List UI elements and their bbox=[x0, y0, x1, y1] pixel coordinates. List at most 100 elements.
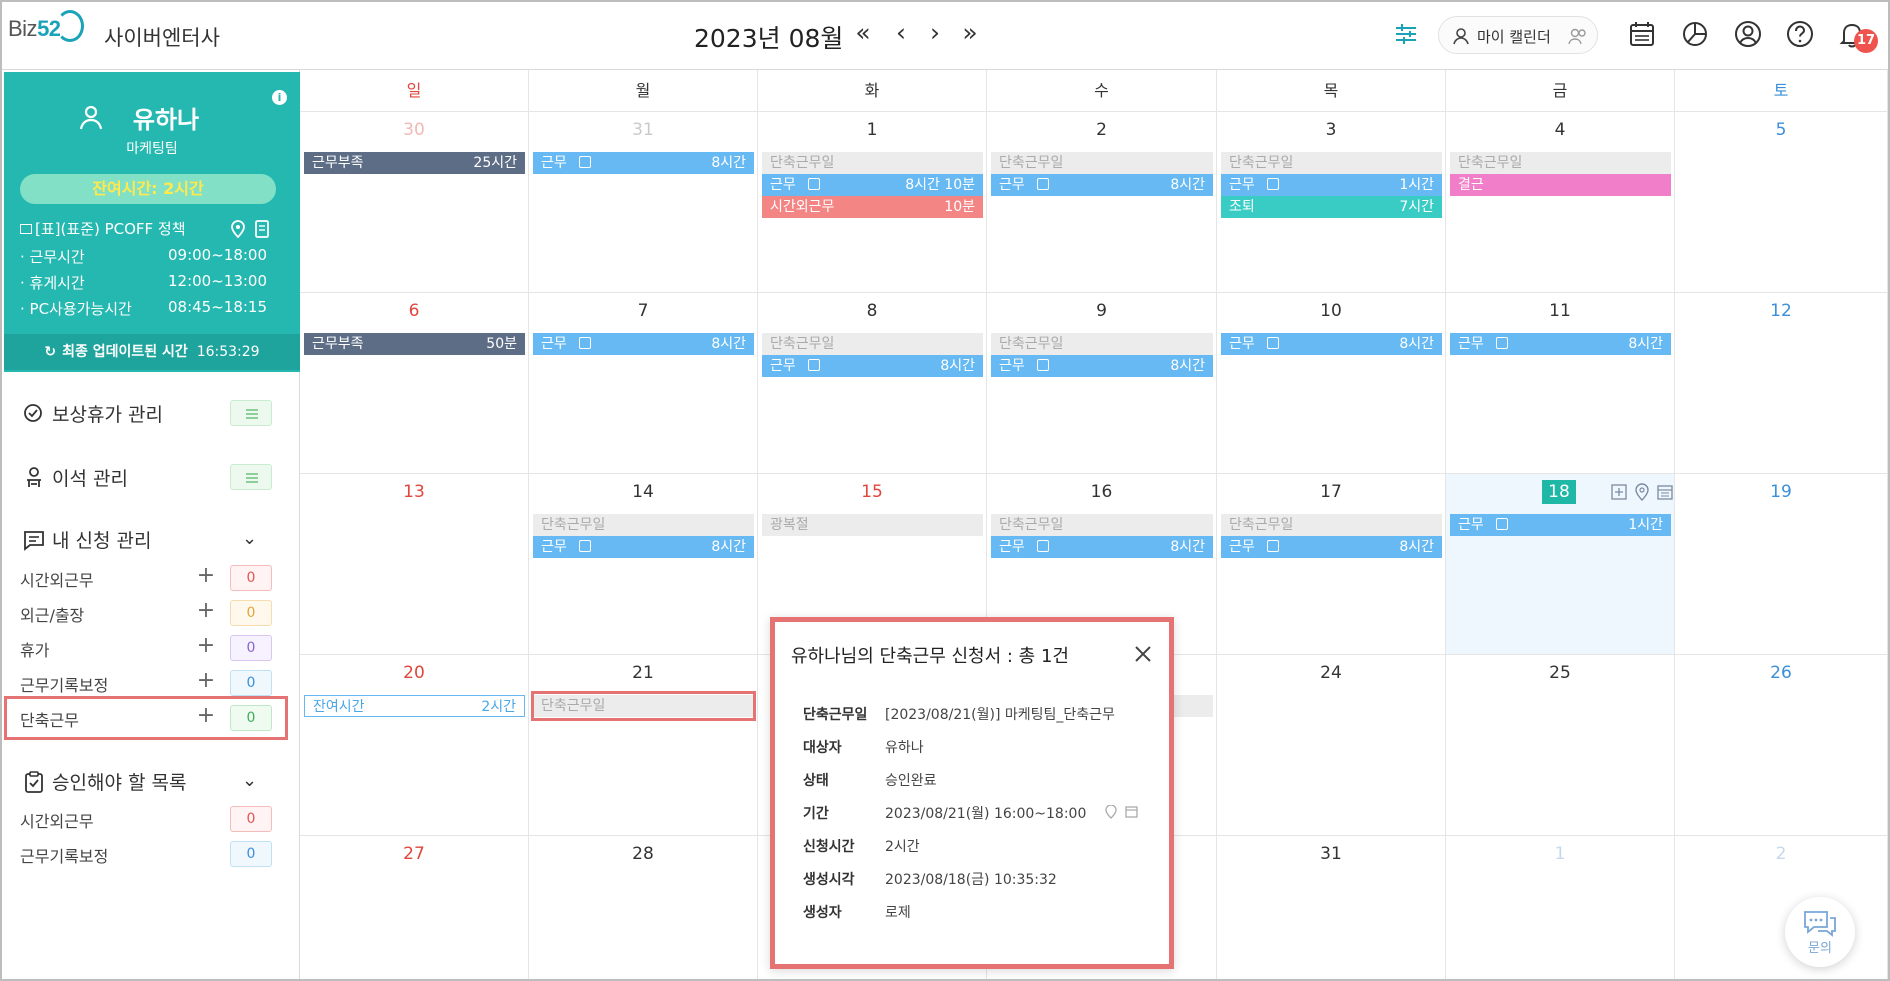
day-type-tag[interactable]: 단축근무일 bbox=[1221, 152, 1442, 174]
add-schedule-icon[interactable] bbox=[1610, 483, 1628, 501]
calendar-event[interactable]: 근무 8시간 bbox=[991, 355, 1213, 377]
calendar-day-cell[interactable]: 17 단축근무일 근무 8시간 bbox=[1217, 474, 1446, 655]
calendar-day-cell[interactable]: 12 bbox=[1675, 293, 1888, 474]
filter-sliders-icon[interactable] bbox=[1388, 16, 1424, 52]
weekday-header: 금 bbox=[1446, 70, 1675, 112]
approval-overtime-count[interactable]: 0 bbox=[230, 806, 272, 832]
calendar-day-cell[interactable]: 8 단축근무일 근무 8시간 bbox=[758, 293, 987, 474]
day-type-tag[interactable]: 단축근무일 bbox=[991, 152, 1213, 174]
calendar-day-cell[interactable]: 2 단축근무일 근무 8시간 bbox=[987, 112, 1217, 293]
event-label: 광복절 bbox=[770, 517, 809, 533]
calendar-day-cell[interactable]: 26 bbox=[1675, 655, 1888, 836]
day-number: 31 bbox=[632, 120, 654, 140]
calendar-day-cell[interactable]: 28 bbox=[529, 836, 758, 979]
calendar-day-cell[interactable]: 1 단축근무일 근무 8시간 10분 시간외근무 10분 bbox=[758, 112, 987, 293]
calendar-day-cell[interactable]: 7 근무 8시간 bbox=[529, 293, 758, 474]
day-type-tag[interactable]: 단축근무일 bbox=[991, 333, 1213, 355]
calendar-day-cell[interactable]: 6 근무부족 50분 bbox=[300, 293, 529, 474]
calendar-day-cell[interactable]: 14 단축근무일 근무 8시간 bbox=[529, 474, 758, 655]
chevron-down-icon[interactable]: ⌄ bbox=[242, 770, 257, 791]
my-calendar-toggle[interactable]: 마이 캘린더 bbox=[1438, 16, 1598, 54]
day-number: 4 bbox=[1554, 120, 1566, 140]
event-duration: 8시간 bbox=[711, 539, 746, 555]
refresh-icon[interactable]: ↻ bbox=[44, 344, 56, 360]
calendar-day-cell[interactable]: 30 근무부족 25시간 bbox=[300, 112, 529, 293]
calendar-event[interactable]: 근무 8시간 bbox=[533, 152, 754, 174]
pie-chart-icon[interactable] bbox=[1677, 16, 1713, 52]
calendar-event[interactable]: 근무 8시간 bbox=[1450, 333, 1671, 355]
document-icon[interactable] bbox=[254, 220, 270, 238]
record-fix-count[interactable]: 0 bbox=[230, 670, 272, 696]
calendar-day-cell[interactable]: 13 bbox=[300, 474, 529, 655]
next-year-button[interactable]: » bbox=[955, 17, 985, 49]
calendar-day-cell[interactable]: 27 bbox=[300, 836, 529, 979]
leave-count[interactable]: 0 bbox=[230, 635, 272, 661]
help-icon[interactable] bbox=[1782, 16, 1818, 52]
add-outside-work-button[interactable]: + bbox=[194, 600, 218, 624]
day-type-tag[interactable]: 단축근무일 bbox=[991, 514, 1213, 536]
approval-record-fix-count[interactable]: 0 bbox=[230, 841, 272, 867]
chevron-down-icon[interactable]: ⌄ bbox=[242, 528, 257, 549]
calendar-day-cell[interactable]: 3 단축근무일 근무 1시간 조퇴 7시간 bbox=[1217, 112, 1446, 293]
seat-list-button[interactable] bbox=[230, 464, 272, 490]
calendar-event[interactable]: 근무 8시간 bbox=[533, 536, 754, 558]
outside-work-count[interactable]: 0 bbox=[230, 600, 272, 626]
calendar-day-cell[interactable]: 19 bbox=[1675, 474, 1888, 655]
calendar-day-cell[interactable]: 1 bbox=[1446, 836, 1675, 979]
calendar-icon[interactable] bbox=[1656, 483, 1674, 501]
calendar-day-cell[interactable]: 2 bbox=[1675, 836, 1888, 979]
calendar-event[interactable]: 근무 8시간 bbox=[1221, 536, 1442, 558]
app-logo[interactable]: Biz52 bbox=[8, 16, 61, 42]
prev-year-button[interactable]: « bbox=[848, 17, 878, 49]
calendar-day-cell[interactable]: 11 근무 8시간 bbox=[1446, 293, 1675, 474]
calendar-event[interactable]: 근무 8시간 bbox=[1221, 333, 1442, 355]
calendar-day-cell[interactable]: 20 잔여시간 2시간 bbox=[300, 655, 529, 836]
calendar-event[interactable]: 시간외근무 10분 bbox=[762, 196, 983, 218]
location-pin-icon[interactable] bbox=[1634, 483, 1650, 501]
calendar-event[interactable]: 잔여시간 2시간 bbox=[304, 695, 525, 717]
calendar-day-cell[interactable]: 31 근무 8시간 bbox=[529, 112, 758, 293]
calendar-event[interactable]: 근무부족 50분 bbox=[304, 333, 525, 355]
day-type-tag[interactable]: 단축근무일 bbox=[533, 514, 754, 536]
inquiry-chat-button[interactable]: 문의 bbox=[1785, 897, 1855, 967]
calendar-day-cell[interactable]: 5 bbox=[1675, 112, 1888, 293]
close-icon[interactable] bbox=[1131, 642, 1155, 666]
next-month-button[interactable]: › bbox=[920, 17, 950, 49]
calendar-day-cell[interactable]: 24 bbox=[1217, 655, 1446, 836]
calendar-event[interactable]: 근무 8시간 bbox=[533, 333, 754, 355]
calendar-day-cell[interactable]: 18 근무 1시간 bbox=[1446, 474, 1675, 655]
location-pin-icon[interactable] bbox=[1105, 805, 1117, 819]
add-record-fix-button[interactable]: + bbox=[194, 670, 218, 694]
overtime-count[interactable]: 0 bbox=[230, 565, 272, 591]
add-leave-button[interactable]: + bbox=[194, 635, 218, 659]
calendar-day-cell[interactable]: 25 bbox=[1446, 655, 1675, 836]
calendar-event[interactable]: 근무 8시간 bbox=[991, 536, 1213, 558]
calendar-event[interactable]: 근무부족 25시간 bbox=[304, 152, 525, 174]
day-type-tag[interactable]: 단축근무일 bbox=[1221, 514, 1442, 536]
info-icon[interactable]: i bbox=[272, 90, 287, 105]
comp-leave-list-button[interactable] bbox=[230, 400, 272, 426]
location-pin-icon[interactable] bbox=[230, 220, 246, 238]
calendar-event[interactable]: 결근 bbox=[1450, 174, 1671, 196]
popup-field-label: 상태 bbox=[803, 773, 829, 789]
calendar-event[interactable]: 근무 1시간 bbox=[1450, 514, 1671, 536]
day-type-tag[interactable]: 단축근무일 bbox=[762, 152, 983, 174]
add-overtime-button[interactable]: + bbox=[194, 565, 218, 589]
calendar-day-cell[interactable]: 31 bbox=[1217, 836, 1446, 979]
user-profile-icon[interactable] bbox=[1730, 16, 1766, 52]
schedule-list-icon[interactable] bbox=[1624, 16, 1660, 52]
day-type-tag[interactable]: 단축근무일 bbox=[762, 333, 983, 355]
calendar-day-cell[interactable]: 10 근무 8시간 bbox=[1217, 293, 1446, 474]
calendar-icon[interactable] bbox=[1125, 805, 1138, 818]
calendar-event[interactable]: 조퇴 7시간 bbox=[1221, 196, 1442, 218]
calendar-day-cell[interactable]: 4 단축근무일 결근 bbox=[1446, 112, 1675, 293]
calendar-event[interactable]: 근무 1시간 bbox=[1221, 174, 1442, 196]
prev-month-button[interactable]: ‹ bbox=[886, 17, 916, 49]
day-type-tag[interactable]: 단축근무일 bbox=[1450, 152, 1671, 174]
day-type-tag[interactable]: 광복절 bbox=[762, 514, 983, 536]
calendar-event[interactable]: 근무 8시간 bbox=[991, 174, 1213, 196]
calendar-day-cell[interactable]: 9 단축근무일 근무 8시간 bbox=[987, 293, 1217, 474]
calendar-event[interactable]: 근무 8시간 10분 bbox=[762, 174, 983, 196]
calendar-day-cell[interactable]: 21 단축근무일 bbox=[529, 655, 758, 836]
calendar-event[interactable]: 근무 8시간 bbox=[762, 355, 983, 377]
